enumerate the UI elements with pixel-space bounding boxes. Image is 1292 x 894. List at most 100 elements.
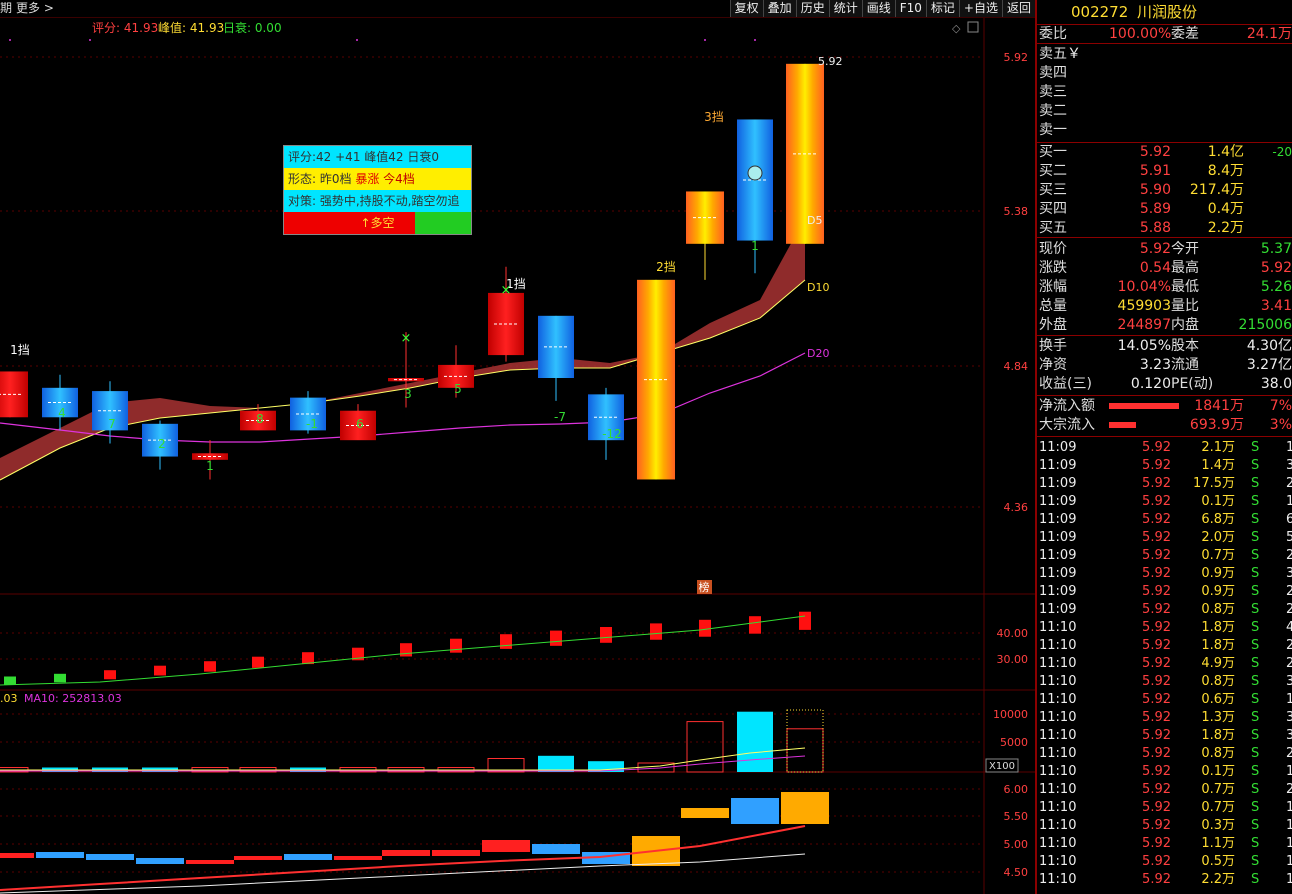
candle-above-label: 2挡	[656, 260, 676, 274]
more-menu[interactable]: 更多 >	[16, 0, 54, 17]
tick-volume: 0.8万	[1201, 674, 1235, 689]
sell-label: 卖五	[1039, 46, 1067, 62]
buy-volume: 217.4万	[1189, 182, 1244, 198]
sell-label: 卖四	[1039, 65, 1067, 81]
tick-side: S	[1251, 692, 1260, 707]
vol-ma5-line	[0, 747, 806, 771]
peak-label: 峰值: 41.93	[158, 20, 224, 35]
toolbar-button[interactable]: 历史	[795, 0, 829, 17]
sell-row[interactable]: 卖五￥	[1039, 45, 1292, 63]
box-icon[interactable]	[967, 21, 979, 33]
p4-axis-label: 5.50	[1004, 810, 1029, 823]
buy-row[interactable]: 买一 5.92 1.4亿 -20	[1039, 143, 1292, 161]
buy-label: 买二	[1039, 163, 1067, 179]
tick-volume: 0.7万	[1201, 800, 1235, 815]
top-price-label: 5.92	[818, 55, 843, 68]
signal-cross-icon: ×	[501, 283, 512, 298]
buy-row[interactable]: 买四 5.89 0.4万	[1039, 200, 1292, 218]
toolbar-button[interactable]: 返回	[1001, 0, 1035, 17]
toolbar-button[interactable]: 标记	[925, 0, 959, 17]
tick-price: 5.92	[1142, 674, 1171, 689]
buy-volume: 8.4万	[1207, 163, 1244, 179]
buy-row[interactable]: 买二 5.91 8.4万	[1039, 162, 1292, 180]
candles-layer: 47218 -1 63 5-7-1211挡1挡2挡3挡××	[0, 39, 824, 480]
tick-time: 11:10	[1039, 674, 1077, 689]
tick-side: S	[1251, 746, 1260, 761]
quote2-value: 4.30亿	[1246, 338, 1292, 354]
candle-below-label: 1	[751, 239, 759, 253]
tick-row: 11:10 5.92 0.7万 S 2	[1039, 781, 1292, 799]
panel4-bars	[0, 792, 829, 866]
tick-count: 1	[1286, 494, 1292, 509]
toolbar-button[interactable]: 画线	[861, 0, 895, 17]
panel4-bar	[0, 853, 34, 858]
tick-price: 5.92	[1142, 728, 1171, 743]
tick-count: 3	[1286, 566, 1292, 581]
volume-bar	[737, 711, 773, 772]
tick-time: 11:10	[1039, 800, 1077, 815]
tick-time: 11:09	[1039, 494, 1077, 509]
tick-row: 11:09 5.92 1.4万 S 3	[1039, 457, 1292, 475]
tick-price: 5.92	[1142, 782, 1171, 797]
tick-volume: 0.8万	[1201, 602, 1235, 617]
sell-row[interactable]: 卖三	[1039, 83, 1292, 101]
weicha-value: 24.1万	[1246, 26, 1292, 42]
panel4-bar	[432, 850, 480, 856]
strategy-info-box[interactable]: 评分:42 +41 峰值42 日衰0 形态: 昨0档 暴涨 今4档 对策: 强势…	[283, 145, 472, 235]
ma-band	[0, 218, 805, 480]
panel2-bar	[550, 630, 562, 646]
buy-row[interactable]: 买三 5.90 217.4万	[1039, 181, 1292, 199]
tick-count: 1	[1286, 872, 1292, 887]
tick-volume: 1.4万	[1201, 458, 1235, 473]
tick-side: S	[1251, 872, 1260, 887]
tick-volume: 1.8万	[1201, 620, 1235, 635]
panel2-bar	[749, 616, 761, 634]
tick-time: 11:10	[1039, 818, 1077, 833]
tick-side: S	[1251, 512, 1260, 527]
toolbar-button[interactable]: 复权	[729, 0, 763, 17]
sad-face-icon	[747, 165, 763, 181]
sell-row[interactable]: 卖一	[1039, 121, 1292, 139]
panel4-bar	[382, 850, 430, 856]
panel4-bar	[334, 856, 382, 860]
toolbar-button[interactable]: 统计	[828, 0, 862, 17]
panel4-bar	[234, 856, 282, 860]
panel4-bar	[532, 844, 580, 854]
panel2-bar	[699, 619, 711, 637]
diamond-icon[interactable]: ◇	[952, 22, 961, 35]
tick-row: 11:10 5.92 1.8万 S 2	[1039, 637, 1292, 655]
tick-row: 11:10 5.92 0.7万 S 1	[1039, 799, 1292, 817]
tick-count: 2	[1286, 638, 1292, 653]
axis-label: 4.36	[1004, 501, 1029, 514]
sell-row[interactable]: 卖四	[1039, 64, 1292, 82]
sell-label: 卖一	[1039, 122, 1067, 138]
quote-value: 10.04%	[1117, 279, 1171, 295]
toolbar-button[interactable]: F10	[894, 0, 926, 17]
x100-label: X100	[989, 761, 1015, 772]
kline-chart[interactable]: 评分: 41.93 峰值: 41.93 日衰: 0.00 ◇ 4 7 2 1 8 -1 6 3…	[0, 18, 1035, 894]
toolbar-button[interactable]: +自选	[958, 0, 1002, 17]
sell-row[interactable]: 卖二	[1039, 102, 1292, 120]
toolbar-button[interactable]: 叠加	[762, 0, 796, 17]
tick-count: 3	[1286, 710, 1292, 725]
volume-forecast-box	[786, 709, 824, 773]
top-toolbar: 期 更多 > 返回 +自选 标记 F10 画线 统计 历史 叠加 复权	[0, 0, 1035, 18]
info-form-suffix: 今4档	[379, 172, 415, 186]
panel2-bar	[600, 627, 612, 643]
p4-axis-label: 4.50	[1004, 866, 1029, 879]
tick-row: 11:10 5.92 0.3万 S 1	[1039, 817, 1292, 835]
p4-axis-label: 6.00	[1004, 783, 1029, 796]
tick-time: 11:09	[1039, 512, 1077, 527]
panel2-bar	[650, 623, 662, 640]
quote-row: 涨幅 10.04% 最低 5.26	[1039, 278, 1292, 296]
candle-below-label: 8	[256, 412, 264, 426]
period-label[interactable]: 期	[0, 0, 12, 17]
candle-below-label: -12	[602, 427, 622, 441]
info-strategy-row: 对策: 强势中,持股不动,踏空勿追	[284, 190, 471, 212]
buy-row[interactable]: 买五 5.88 2.2万	[1039, 219, 1292, 237]
quote2-value: 3.27亿	[1246, 357, 1292, 373]
panel2-bars	[4, 611, 811, 685]
quote-value: 5.92	[1139, 241, 1171, 257]
panel2-bar	[204, 661, 216, 672]
tick-side: S	[1251, 584, 1260, 599]
